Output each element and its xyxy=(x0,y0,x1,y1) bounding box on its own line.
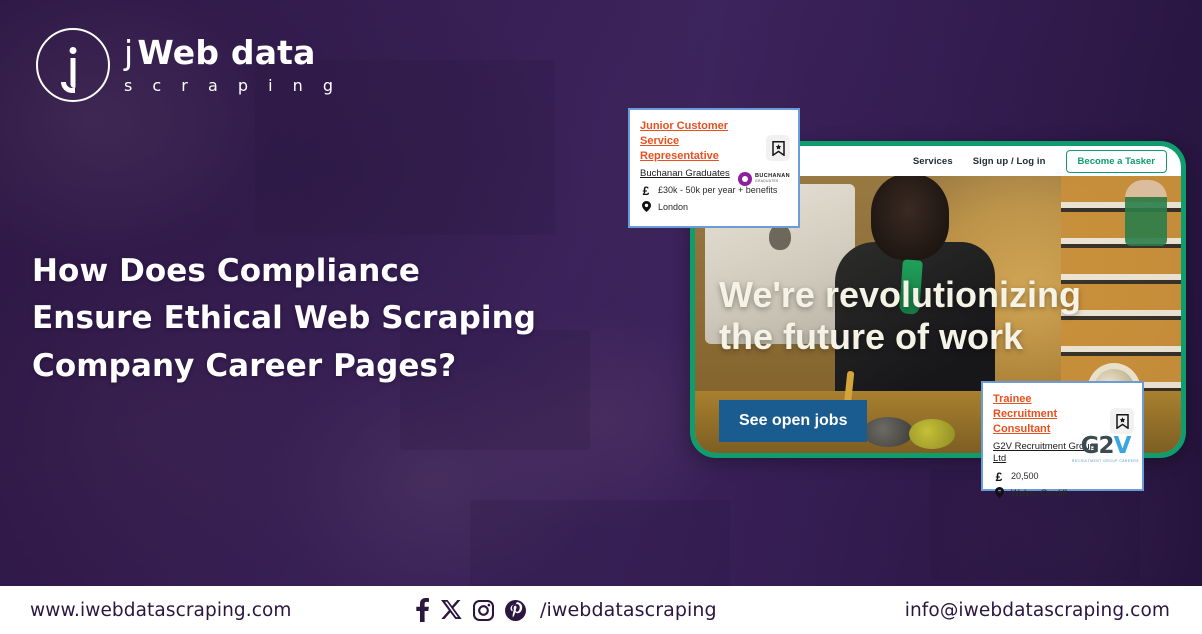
facebook-icon[interactable] xyxy=(415,598,430,622)
g2v-recruitment-logo: G2V RECRUITMENT GROUP CAREERS xyxy=(1072,435,1139,463)
g2v-wordmark: G2V xyxy=(1072,435,1139,458)
pound-sterling-icon: £ xyxy=(995,469,1003,484)
job-location-row: London xyxy=(640,201,788,214)
footer-website-url[interactable]: www.iwebdatascraping.com xyxy=(30,600,292,621)
job-location: London xyxy=(658,202,689,213)
logo-j-letter: j xyxy=(124,33,134,72)
job-salary-row: £ 20,500 xyxy=(993,470,1132,483)
person-head xyxy=(871,176,949,260)
page-title: How Does Compliance Ensure Ethical Web S… xyxy=(32,248,536,390)
instagram-icon[interactable] xyxy=(473,599,494,621)
buchanan-wordmark: BUCHANAN GRADUATES xyxy=(755,174,790,183)
pinterest-icon[interactable] xyxy=(505,599,526,621)
tape-reel-a xyxy=(863,417,913,447)
job-company[interactable]: Buchanan Graduates xyxy=(640,168,748,181)
logo-line-1: j Web data xyxy=(124,36,341,69)
job-card[interactable]: Trainee Recruitment Consultant G2V Recru… xyxy=(981,381,1144,499)
job-card[interactable]: Junior Customer Service Representative B… xyxy=(628,108,800,228)
tape-reel-b xyxy=(909,419,955,449)
bookmark-star-icon[interactable] xyxy=(766,135,790,161)
g2v-logo-v: V xyxy=(1113,433,1132,459)
logo-line-2: s c r a p i n g xyxy=(124,76,341,95)
job-title[interactable]: Trainee Recruitment Consultant xyxy=(993,392,1089,438)
footer-bar: www.iwebdatascraping.com /iwebdatascrapi… xyxy=(0,586,1202,634)
promotional-banner: j Web data s c r a p i n g How Does Compl… xyxy=(0,0,1202,634)
bookmark-star-icon[interactable] xyxy=(1110,408,1134,434)
job-location-row: Wales, Cardiff xyxy=(993,487,1132,500)
nav-signup-login[interactable]: Sign up / Log in xyxy=(973,156,1046,167)
headline-line-3: Company Career Pages? xyxy=(32,347,457,384)
site-hero-line-2: the future of work xyxy=(719,316,1023,358)
job-salary: £30k - 50k per year + benefits xyxy=(658,185,778,196)
j-circle-icon xyxy=(36,28,110,102)
g2v-logo-g2: G2 xyxy=(1080,433,1115,459)
job-title[interactable]: Junior Customer Service Representative xyxy=(640,119,736,165)
headline-line-2: Ensure Ethical Web Scraping xyxy=(32,300,537,337)
background-person xyxy=(1125,180,1167,246)
see-open-jobs-button[interactable]: See open jobs xyxy=(719,400,868,442)
job-salary: 20,500 xyxy=(1011,471,1039,482)
buchanan-logo-sub: GRADUATES xyxy=(755,179,779,184)
pound-sterling-icon: £ xyxy=(642,183,650,198)
logo-wordmark: j Web data s c r a p i n g xyxy=(124,36,341,94)
location-pin-icon xyxy=(640,201,652,214)
footer-social-links: /iwebdatascraping xyxy=(415,598,717,622)
footer-social-handle[interactable]: /iwebdatascraping xyxy=(540,599,717,621)
job-salary-row: £ £30k - 50k per year + benefits xyxy=(640,184,788,197)
buchanan-graduates-logo: BUCHANAN GRADUATES xyxy=(738,172,790,186)
nav-services[interactable]: Services xyxy=(913,156,953,167)
headline-line-1: How Does Compliance xyxy=(32,253,421,289)
company-logo[interactable]: j Web data s c r a p i n g xyxy=(36,28,341,102)
logo-web-data: Web data xyxy=(137,33,316,72)
job-location: Wales, Cardiff xyxy=(1011,488,1068,499)
location-pin-icon xyxy=(993,487,1005,500)
site-hero-heading: We're revolutionizing the future of work xyxy=(719,274,1081,359)
g2v-logo-sub: RECRUITMENT GROUP CAREERS xyxy=(1072,459,1139,463)
x-twitter-icon[interactable] xyxy=(441,599,462,621)
site-hero-line-1: We're revolutionizing xyxy=(719,274,1081,315)
become-a-tasker-button[interactable]: Become a Tasker xyxy=(1065,149,1167,173)
footer-email[interactable]: info@iwebdatascraping.com xyxy=(905,600,1170,621)
buchanan-dot-icon xyxy=(738,172,753,186)
